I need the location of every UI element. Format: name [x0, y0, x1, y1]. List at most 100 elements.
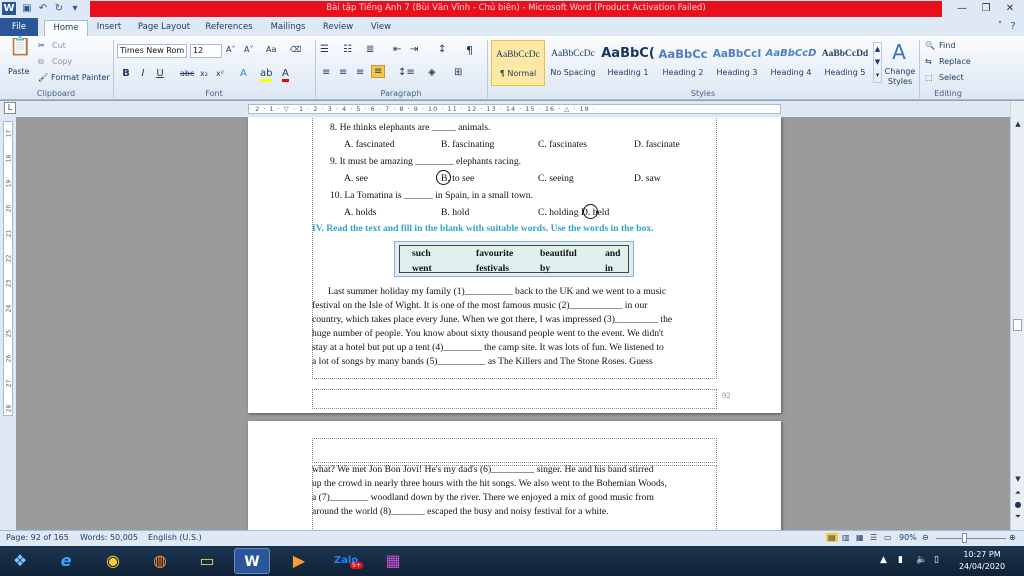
winrar-icon[interactable]: ▦	[375, 548, 411, 574]
close-icon[interactable]: ✕	[998, 1, 1022, 16]
find-icon[interactable]: 🔍	[925, 41, 935, 50]
scroll-up-icon[interactable]: ▲	[1011, 117, 1024, 131]
multilevel-list-icon[interactable]: ≣	[366, 44, 374, 55]
copy-icon[interactable]: ⧉	[38, 57, 44, 67]
tab-view[interactable]: View	[366, 20, 396, 36]
underline-button[interactable]: U	[153, 67, 167, 81]
media-icon[interactable]: ▶	[281, 548, 317, 574]
sort-icon[interactable]: ↕	[438, 44, 446, 55]
tab-selector-icon[interactable]: L	[4, 102, 16, 114]
replace-icon[interactable]: ⇆	[925, 57, 932, 66]
borders-icon[interactable]: ⊞	[454, 67, 462, 78]
style-heading-1[interactable]: AaBbC( Heading 1	[601, 40, 655, 86]
format-painter-icon[interactable]: 🖌	[38, 73, 48, 82]
zoom-slider-thumb[interactable]	[962, 533, 967, 543]
full-screen-reading-icon[interactable]: ▥	[842, 533, 850, 542]
style-heading-2[interactable]: AaBbCc Heading 2	[656, 40, 710, 86]
format-painter-button[interactable]: Format Painter	[51, 73, 110, 82]
word-icon[interactable]: W	[234, 548, 270, 574]
show-formatting-button[interactable]: ¶	[466, 44, 473, 57]
replace-button[interactable]: Replace	[939, 57, 971, 66]
zoom-level[interactable]: 90%	[899, 533, 917, 542]
word-count[interactable]: Words: 50,005	[80, 533, 138, 542]
zalo-icon[interactable]: Zalo	[328, 548, 364, 574]
tab-review[interactable]: Review	[320, 20, 356, 36]
style-no-spacing[interactable]: AaBbCcDc No Spacing	[546, 40, 600, 86]
start-icon[interactable]: ❖	[2, 548, 38, 574]
paste-icon[interactable]: 📋	[9, 38, 31, 62]
next-page-icon[interactable]: ⏷	[1011, 510, 1024, 524]
select-icon[interactable]: ⬚	[925, 73, 933, 82]
select-button[interactable]: Select	[939, 73, 964, 82]
font-color-icon[interactable]: A	[282, 68, 289, 82]
undo-icon[interactable]: ↶	[36, 2, 50, 15]
word-app-icon[interactable]: W	[2, 2, 16, 15]
align-left-icon[interactable]: ≡	[322, 67, 330, 78]
text-effects-icon[interactable]: A	[240, 68, 247, 79]
zoom-slider[interactable]	[936, 538, 1006, 539]
clock[interactable]: 10:27 PM 24/04/2020	[955, 549, 1009, 573]
align-right-icon[interactable]: ≡	[356, 67, 364, 78]
style-heading-3[interactable]: AaBbCcI Heading 3	[710, 40, 764, 86]
italic-button[interactable]: I	[136, 67, 150, 81]
increase-indent-icon[interactable]: ⇥	[410, 44, 418, 55]
tab-home[interactable]: Home	[44, 20, 88, 36]
styles-scroll-icon[interactable]: ▲ ▼ ▾	[873, 42, 882, 83]
font-size-select[interactable]: 12	[190, 44, 222, 58]
chrome-icon[interactable]: ◉	[95, 548, 131, 574]
change-case-icon[interactable]: Aa	[266, 45, 276, 54]
strikethrough-button[interactable]: abc	[180, 69, 194, 78]
shading-icon[interactable]: ◈	[428, 67, 436, 78]
draft-icon[interactable]: ▭	[884, 533, 892, 542]
style-heading-5[interactable]: AaBbCcDd Heading 5	[818, 40, 872, 86]
subscript-button[interactable]: x₂	[200, 69, 208, 78]
font-name-select[interactable]: Times New Rom	[117, 44, 187, 58]
bold-button[interactable]: B	[119, 67, 133, 81]
firefox-icon[interactable]: ◍	[142, 548, 178, 574]
paste-button[interactable]: Paste	[8, 67, 30, 76]
tab-mailings[interactable]: Mailings	[266, 20, 310, 36]
change-styles-button[interactable]: Change Styles	[884, 67, 916, 87]
page-count[interactable]: Page: 92 of 165	[6, 533, 69, 542]
tray-arrow-icon[interactable]: ▲	[880, 555, 887, 565]
change-styles-icon[interactable]: A	[888, 40, 910, 64]
numbering-icon[interactable]: ☷	[343, 44, 352, 55]
tab-insert[interactable]: Insert	[92, 20, 126, 36]
vertical-scrollbar[interactable]: ▲ ▼ ⏶ ● ⏷	[1010, 101, 1024, 530]
outline-icon[interactable]: ☰	[870, 533, 877, 542]
action-center-icon[interactable]: ▯	[934, 555, 939, 565]
copy-button[interactable]: Copy	[52, 57, 72, 66]
align-center-icon[interactable]: ≡	[339, 67, 347, 78]
redo-icon[interactable]: ↻	[52, 2, 66, 15]
decrease-indent-icon[interactable]: ⇤	[393, 44, 401, 55]
highlight-icon[interactable]: ab	[260, 68, 273, 82]
volume-icon[interactable]: 🔈	[916, 555, 927, 565]
style-normal[interactable]: AaBbCcDc ¶ Normal	[491, 40, 545, 86]
style-heading-4[interactable]: AaBbCcD Heading 4	[764, 40, 818, 86]
find-button[interactable]: Find	[939, 41, 955, 50]
superscript-button[interactable]: x²	[216, 69, 224, 78]
line-spacing-icon[interactable]: ↕≡	[398, 67, 415, 78]
web-layout-icon[interactable]: ▦	[856, 533, 864, 542]
page-92[interactable]: 8. He thinks elephants are _____ animals…	[248, 117, 781, 413]
zoom-out-icon[interactable]: ⊖	[922, 533, 929, 542]
scroll-thumb[interactable]	[1013, 319, 1022, 331]
save-icon[interactable]: ▣	[20, 2, 34, 15]
bullets-icon[interactable]: ☰	[320, 44, 329, 55]
shrink-font-icon[interactable]: A˅	[244, 45, 253, 54]
language-indicator[interactable]: English (U.S.)	[148, 533, 202, 542]
page-93[interactable]: what? We met Jon Bon Jovi! He's my dad's…	[248, 421, 781, 530]
restore-icon[interactable]: ❐	[974, 1, 998, 16]
clear-format-icon[interactable]: ⌫	[290, 45, 301, 54]
customize-icon[interactable]: ▾	[68, 2, 82, 15]
minimize-icon[interactable]: —	[950, 1, 974, 16]
print-layout-icon[interactable]: ▤	[826, 533, 838, 542]
network-icon[interactable]: ▮	[898, 555, 903, 565]
grow-font-icon[interactable]: A˄	[226, 45, 235, 54]
ie-icon[interactable]: e	[48, 548, 84, 574]
justify-icon[interactable]: ≡	[371, 65, 386, 78]
tab-file[interactable]: File	[0, 18, 38, 36]
tab-page-layout[interactable]: Page Layout	[134, 20, 194, 36]
zoom-in-icon[interactable]: ⊕	[1009, 533, 1016, 542]
tab-references[interactable]: References	[202, 20, 256, 36]
